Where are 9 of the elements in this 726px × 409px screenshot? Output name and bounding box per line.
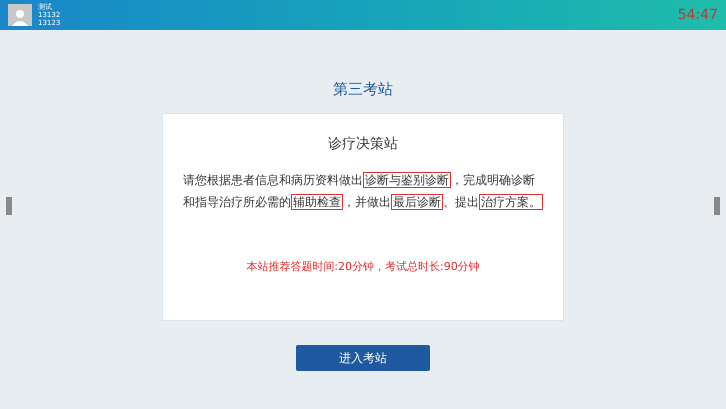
right-scroll-handle[interactable] [714, 197, 720, 215]
enter-station-button[interactable]: 进入考站 [296, 344, 430, 370]
station-title: 第三考站 [333, 79, 393, 100]
card-title: 诊疗决策站 [328, 134, 398, 154]
left-scroll-handle[interactable] [6, 197, 12, 215]
countdown-timer: 54:47 [678, 6, 718, 24]
avatar-icon [8, 4, 32, 26]
time-note: 本站推荐答题时间:20分钟，考试总时长:90分钟 [246, 258, 480, 274]
instruction-text: 请您根据患者信息和病历资料做出 诊断与鉴别诊断 ，完成明确诊断和指导治疗所必需的 辅助检查 ，并做出 最后诊断 、提出 治疗方案。 [183, 170, 543, 212]
